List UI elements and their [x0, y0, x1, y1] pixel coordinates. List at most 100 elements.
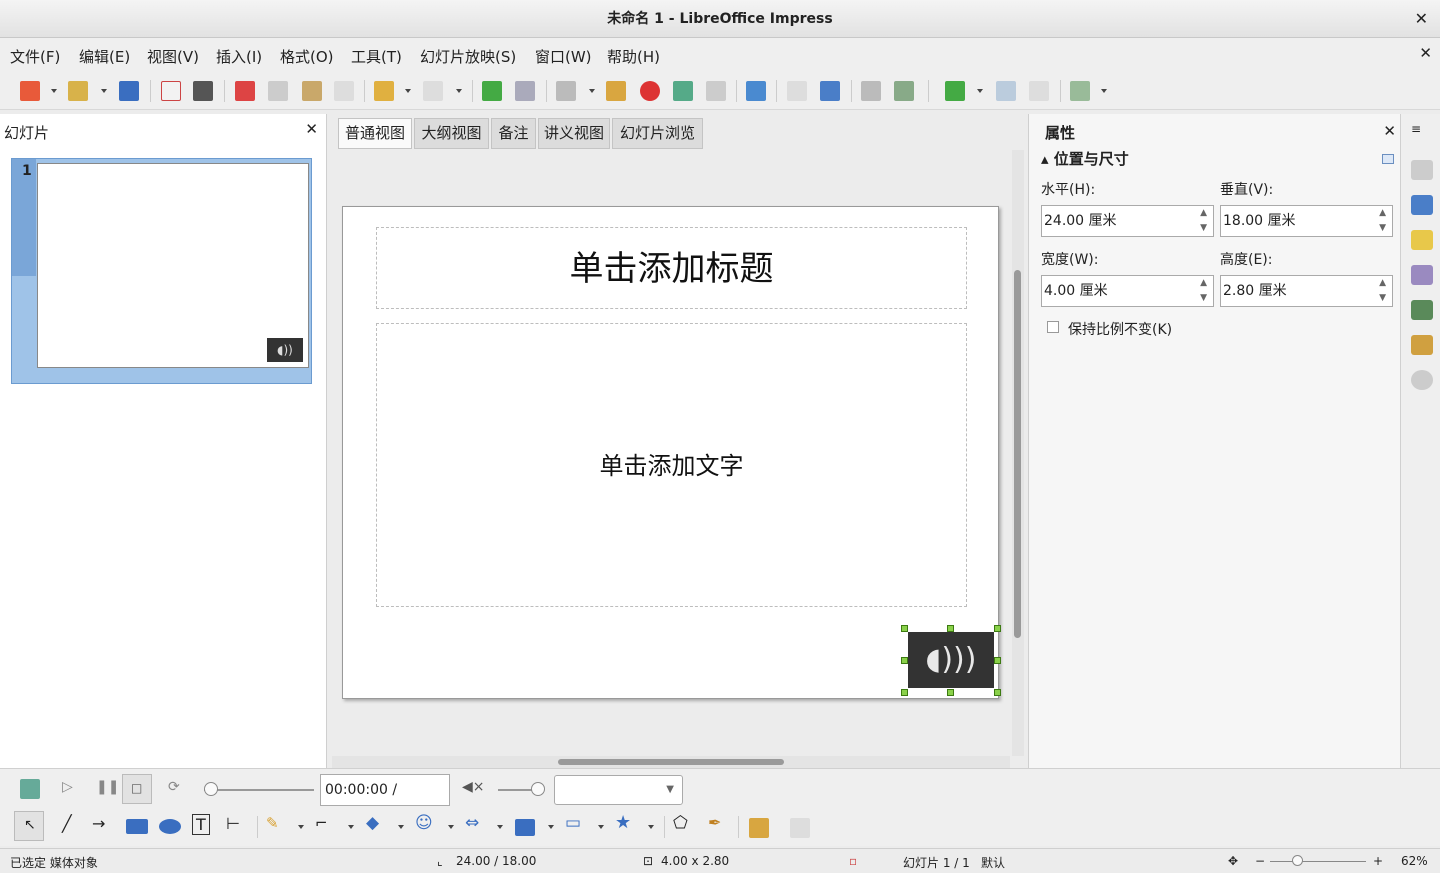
menu-insert[interactable]: 插入(I) [216, 46, 262, 67]
delete-slide-icon[interactable] [1029, 81, 1049, 101]
undo-icon[interactable] [374, 81, 394, 101]
horizontal-scrollbar[interactable] [332, 756, 1010, 768]
tab-slide-sorter[interactable]: 幻灯片浏览 [612, 118, 703, 149]
connector-icon[interactable]: ⌐ [315, 814, 328, 832]
new-slide-dropdown-icon[interactable] [977, 89, 983, 93]
line-icon[interactable]: ╱ [62, 814, 72, 833]
open-folder-icon[interactable] [68, 81, 88, 101]
resize-handle[interactable] [994, 625, 1001, 632]
menu-tools[interactable]: 工具(T) [351, 46, 402, 67]
resize-handle[interactable] [947, 689, 954, 696]
export-pdf-icon[interactable] [161, 81, 181, 101]
sidebar-menu-icon[interactable]: ≡ [1411, 122, 1433, 142]
duplicate-slide-icon[interactable] [996, 81, 1016, 101]
symbol-shapes-icon[interactable]: ☺ [415, 813, 433, 833]
resize-handle[interactable] [901, 625, 908, 632]
redo-dropdown-icon[interactable] [456, 89, 462, 93]
flowchart-icon[interactable] [515, 819, 535, 836]
basic-shapes-dropdown-icon[interactable] [398, 825, 404, 829]
animation-star-icon[interactable] [1411, 230, 1433, 250]
playback-position-slider[interactable] [204, 789, 314, 791]
tab-notes[interactable]: 备注 [491, 118, 536, 149]
spin-down-icon[interactable]: ▼ [1200, 283, 1207, 313]
gallery-icon[interactable] [1411, 335, 1433, 355]
window-close-icon[interactable]: ✕ [1415, 0, 1428, 38]
table-dropdown-icon[interactable] [589, 89, 595, 93]
title-placeholder[interactable]: 单击添加标题 [376, 227, 967, 309]
select-tool-button[interactable]: ↖ [14, 811, 44, 841]
master-slide-icon[interactable] [820, 81, 840, 101]
redo-icon[interactable] [423, 81, 443, 101]
menu-edit[interactable]: 编辑(E) [79, 46, 130, 67]
navigator-compass-icon[interactable] [1411, 370, 1433, 390]
new-document-icon[interactable] [20, 81, 40, 101]
menu-window[interactable]: 窗口(W) [535, 46, 592, 67]
insert-chart-icon[interactable] [640, 81, 660, 101]
tab-outline[interactable]: 大纲视图 [414, 118, 489, 149]
pause-icon[interactable]: ❚❚ [96, 779, 119, 795]
extrusion-icon[interactable] [790, 818, 810, 838]
fontwork-gallery-icon[interactable] [749, 818, 769, 838]
resize-handle[interactable] [901, 689, 908, 696]
hyperlink-icon[interactable] [746, 81, 766, 101]
undo-dropdown-icon[interactable] [405, 89, 411, 93]
vertical-position-field[interactable]: 18.00 厘米 ▲ ▼ [1220, 205, 1393, 237]
horizontal-position-field[interactable]: 24.00 厘米 ▲ ▼ [1041, 205, 1214, 237]
line-arrow-icon[interactable]: → [92, 814, 105, 833]
slide-transition-icon[interactable] [1411, 265, 1433, 285]
zoom-level[interactable]: 62% [1401, 854, 1428, 868]
slide-thumbnail-1[interactable]: 1 ◖)) [11, 158, 312, 384]
open-dropdown-icon[interactable] [101, 89, 107, 93]
close-document-icon[interactable]: ✕ [1419, 44, 1432, 62]
vertical-text-icon[interactable]: ⊢ [226, 814, 240, 833]
curve-icon[interactable]: ✎ [266, 814, 279, 832]
position-size-section[interactable]: ▴ 位置与尺寸 [1041, 148, 1129, 169]
menu-help[interactable]: 帮助(H) [607, 46, 660, 67]
repeat-icon[interactable]: ⟳ [168, 779, 180, 795]
resize-handle[interactable] [947, 625, 954, 632]
curve-dropdown-icon[interactable] [298, 825, 304, 829]
start-slideshow-icon[interactable] [861, 81, 881, 101]
fontwork-icon[interactable] [706, 81, 726, 101]
zoom-slider[interactable] [1270, 861, 1366, 862]
spellcheck-icon[interactable] [482, 81, 502, 101]
new-dropdown-icon[interactable] [51, 89, 57, 93]
keep-ratio-checkbox[interactable] [1047, 321, 1059, 333]
properties-wrench-icon[interactable] [1411, 160, 1433, 180]
tab-normal[interactable]: 普通视图 [338, 118, 412, 149]
menu-view[interactable]: 视图(V) [147, 46, 199, 67]
callouts-icon[interactable]: ▭ [565, 813, 581, 833]
glue-points-icon[interactable]: ✒ [708, 813, 721, 832]
callouts-dropdown-icon[interactable] [598, 825, 604, 829]
cut-icon[interactable] [235, 81, 255, 101]
basic-shapes-icon[interactable]: ◆ [366, 813, 379, 833]
start-current-slide-icon[interactable] [894, 81, 914, 101]
print-icon[interactable] [193, 81, 213, 101]
width-field[interactable]: 4.00 厘米 ▲ ▼ [1041, 275, 1214, 307]
resize-handle[interactable] [994, 657, 1001, 664]
rectangle-icon[interactable] [126, 819, 148, 834]
new-slide-icon[interactable] [945, 81, 965, 101]
play-icon[interactable]: ▷ [62, 779, 73, 795]
slides-pane-close-icon[interactable]: ✕ [305, 120, 318, 138]
body-placeholder[interactable]: 单击添加文字 [376, 323, 967, 607]
menu-slideshow[interactable]: 幻灯片放映(S) [420, 46, 516, 67]
tab-handout[interactable]: 讲义视图 [538, 118, 610, 149]
vertical-scroll-thumb[interactable] [1014, 270, 1021, 638]
clone-formatting-icon[interactable] [334, 81, 354, 101]
copy-icon[interactable] [268, 81, 288, 101]
save-icon[interactable] [119, 81, 139, 101]
menu-file[interactable]: 文件(F) [10, 46, 60, 67]
text-box-icon[interactable]: T [192, 814, 210, 835]
connector-dropdown-icon[interactable] [348, 825, 354, 829]
mute-icon[interactable]: ◀× [462, 779, 485, 795]
navigator-icon[interactable] [787, 81, 807, 101]
block-arrows-icon[interactable]: ⇔ [465, 813, 479, 833]
horizontal-scroll-thumb[interactable] [558, 759, 784, 765]
stars-dropdown-icon[interactable] [648, 825, 654, 829]
styles-icon[interactable] [1411, 300, 1433, 320]
media-object[interactable]: ◖))) [908, 632, 994, 688]
paste-icon[interactable] [302, 81, 322, 101]
resize-handle[interactable] [994, 689, 1001, 696]
zoom-out-icon[interactable]: − [1255, 854, 1265, 868]
